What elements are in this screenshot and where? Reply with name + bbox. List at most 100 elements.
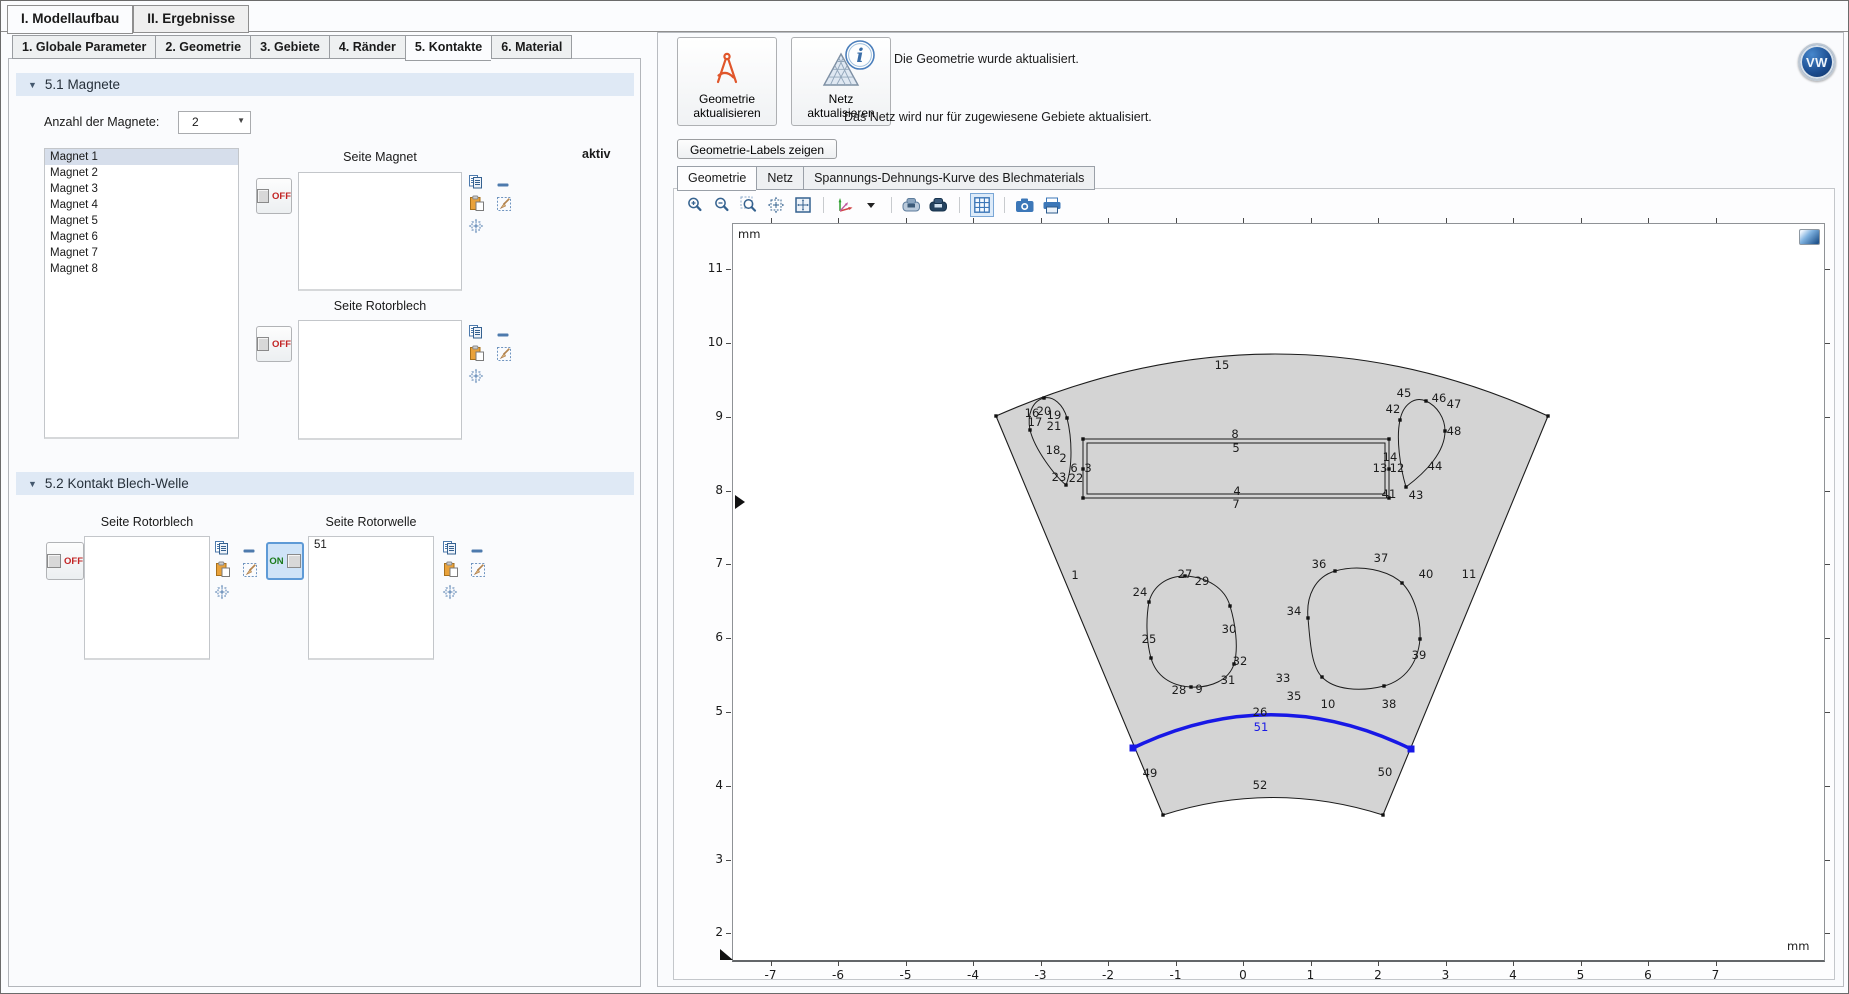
paste-selection-icon[interactable] <box>215 561 231 577</box>
list-item[interactable]: Magnet 3 <box>45 181 238 197</box>
section-header-magnete[interactable]: ▼ 5.1 Magnete <box>16 73 634 96</box>
remove-selection-icon[interactable] <box>496 328 512 344</box>
axis-tick <box>726 786 731 787</box>
clear-selection-icon[interactable] <box>496 196 512 212</box>
view-tab-1[interactable]: Geometrie <box>677 166 756 191</box>
axis-tick <box>1243 218 1244 223</box>
axis-tick <box>1825 786 1830 787</box>
list-item[interactable]: Magnet 4 <box>45 197 238 213</box>
clear-selection-icon[interactable] <box>470 562 486 578</box>
toggle-label: ON <box>269 556 283 567</box>
svg-text:47: 47 <box>1447 397 1462 411</box>
export-image-dark-icon[interactable] <box>929 195 949 215</box>
view-tab-2[interactable]: Netz <box>756 166 803 190</box>
axis-tick-label: 4 <box>1498 968 1528 982</box>
kontakt-rotorblech-selection-list[interactable] <box>84 536 210 660</box>
zoom-extents-icon[interactable] <box>766 195 786 215</box>
axis-tick-label: 5 <box>1566 968 1596 982</box>
collapse-icon: ▼ <box>28 479 37 489</box>
axis-tick <box>726 564 731 565</box>
view-tab-3[interactable]: Spannungs-Dehnungs-Kurve des Blechmateri… <box>803 166 1095 190</box>
zoom-in-icon[interactable] <box>685 195 705 215</box>
axis-tick <box>838 218 839 223</box>
compass-icon <box>706 50 748 90</box>
plot-area[interactable]: 1516201917211822322638547141312414344484… <box>732 223 1825 962</box>
geometrie-labels-zeigen-button[interactable]: Geometrie-Labels zeigen <box>677 139 837 159</box>
sub-tab-6[interactable]: 6. Material <box>491 35 572 59</box>
sub-tab-3[interactable]: 3. Gebiete <box>250 35 329 59</box>
plot-corner-marker <box>720 949 734 961</box>
paste-selection-icon[interactable] <box>469 345 485 361</box>
axis-tick <box>1825 343 1830 344</box>
collapse-icon: ▼ <box>28 80 37 90</box>
paste-selection-icon[interactable] <box>443 561 459 577</box>
kontakt-rotorwelle-selection-list[interactable]: 51 <box>308 536 434 660</box>
copy-selection-icon[interactable] <box>468 174 484 190</box>
seite-rotorblech-selection-list[interactable] <box>298 320 462 440</box>
list-item[interactable]: Magnet 8 <box>45 261 238 277</box>
axis-tick <box>1513 961 1514 966</box>
sub-tab-2[interactable]: 2. Geometrie <box>155 35 250 59</box>
list-item[interactable]: 51 <box>309 537 433 553</box>
view-orientation-icon[interactable] <box>834 195 854 215</box>
anzahl-select[interactable]: 2 ▼ <box>178 111 251 134</box>
geometrie-aktualisieren-button[interactable]: Geometrie aktualisieren <box>677 37 777 126</box>
list-item[interactable]: Magnet 6 <box>45 229 238 245</box>
fit-view-icon[interactable] <box>793 195 813 215</box>
export-image-icon[interactable] <box>902 195 922 215</box>
kontakt-rotorwelle-toggle[interactable]: ON <box>266 542 304 580</box>
sub-tab-5[interactable]: 5. Kontakte <box>405 35 491 61</box>
section-header-kontakt[interactable]: ▼ 5.2 Kontakt Blech-Welle <box>16 472 634 495</box>
toggle-state-icon <box>47 554 61 568</box>
svg-text:15: 15 <box>1215 358 1230 372</box>
grid-icon[interactable] <box>970 193 994 217</box>
svg-text:25: 25 <box>1142 632 1157 646</box>
zoom-box-icon[interactable] <box>739 195 759 215</box>
axis-tick <box>726 638 731 639</box>
copy-selection-icon[interactable] <box>214 540 230 556</box>
main-tab-2[interactable]: II. Ergebnisse <box>133 5 249 33</box>
clear-selection-icon[interactable] <box>496 346 512 362</box>
zoom-out-icon[interactable] <box>712 195 732 215</box>
seite-rotorblech-toggle[interactable]: OFF <box>256 326 292 362</box>
copy-selection-icon[interactable] <box>468 324 484 340</box>
caret-down-icon[interactable] <box>861 195 881 215</box>
axis-tick <box>1446 961 1447 966</box>
remove-selection-icon[interactable] <box>242 544 258 560</box>
axis-tick <box>1176 218 1177 223</box>
list-item[interactable]: Magnet 7 <box>45 245 238 261</box>
printer-icon[interactable] <box>1042 195 1062 215</box>
svg-text:48: 48 <box>1447 424 1462 438</box>
zoom-to-selection-icon[interactable] <box>468 368 484 384</box>
list-item[interactable]: Magnet 5 <box>45 213 238 229</box>
sub-tab-4[interactable]: 4. Ränder <box>329 35 405 59</box>
axis-tick <box>1825 269 1830 270</box>
axis-tick-label: 7 <box>1701 968 1731 982</box>
list-item[interactable]: Magnet 2 <box>45 165 238 181</box>
seite-magnet-toggle[interactable]: OFF <box>256 178 292 214</box>
axis-tick <box>726 712 731 713</box>
remove-selection-icon[interactable] <box>470 544 486 560</box>
list-item[interactable]: Magnet 1 <box>45 149 238 165</box>
paste-selection-icon[interactable] <box>469 195 485 211</box>
svg-text:40: 40 <box>1419 567 1434 581</box>
zoom-to-selection-icon[interactable] <box>214 584 230 600</box>
seite-magnet-selection-list[interactable] <box>298 172 462 291</box>
svg-text:9: 9 <box>1195 682 1202 696</box>
camera-icon[interactable] <box>1015 195 1035 215</box>
main-tab-1[interactable]: I. Modellaufbau <box>7 5 133 34</box>
magnet-list[interactable]: Magnet 1Magnet 2Magnet 3Magnet 4Magnet 5… <box>44 148 239 439</box>
zoom-to-selection-icon[interactable] <box>468 218 484 234</box>
plot-window-icon[interactable] <box>1799 229 1820 245</box>
clear-selection-icon[interactable] <box>242 562 258 578</box>
rotor-sector-shape <box>996 354 1548 815</box>
sub-tab-1[interactable]: 1. Globale Parameter <box>12 35 155 59</box>
sub-tab-bar: 1. Globale Parameter2. Geometrie3. Gebie… <box>12 35 572 61</box>
axis-tick <box>1378 218 1379 223</box>
copy-selection-icon[interactable] <box>442 540 458 556</box>
remove-selection-icon[interactable] <box>496 178 512 194</box>
kontakt-rotorblech-toggle[interactable]: OFF <box>46 542 84 580</box>
axis-tick <box>1513 218 1514 223</box>
zoom-to-selection-icon[interactable] <box>442 584 458 600</box>
svg-text:17: 17 <box>1028 415 1043 429</box>
